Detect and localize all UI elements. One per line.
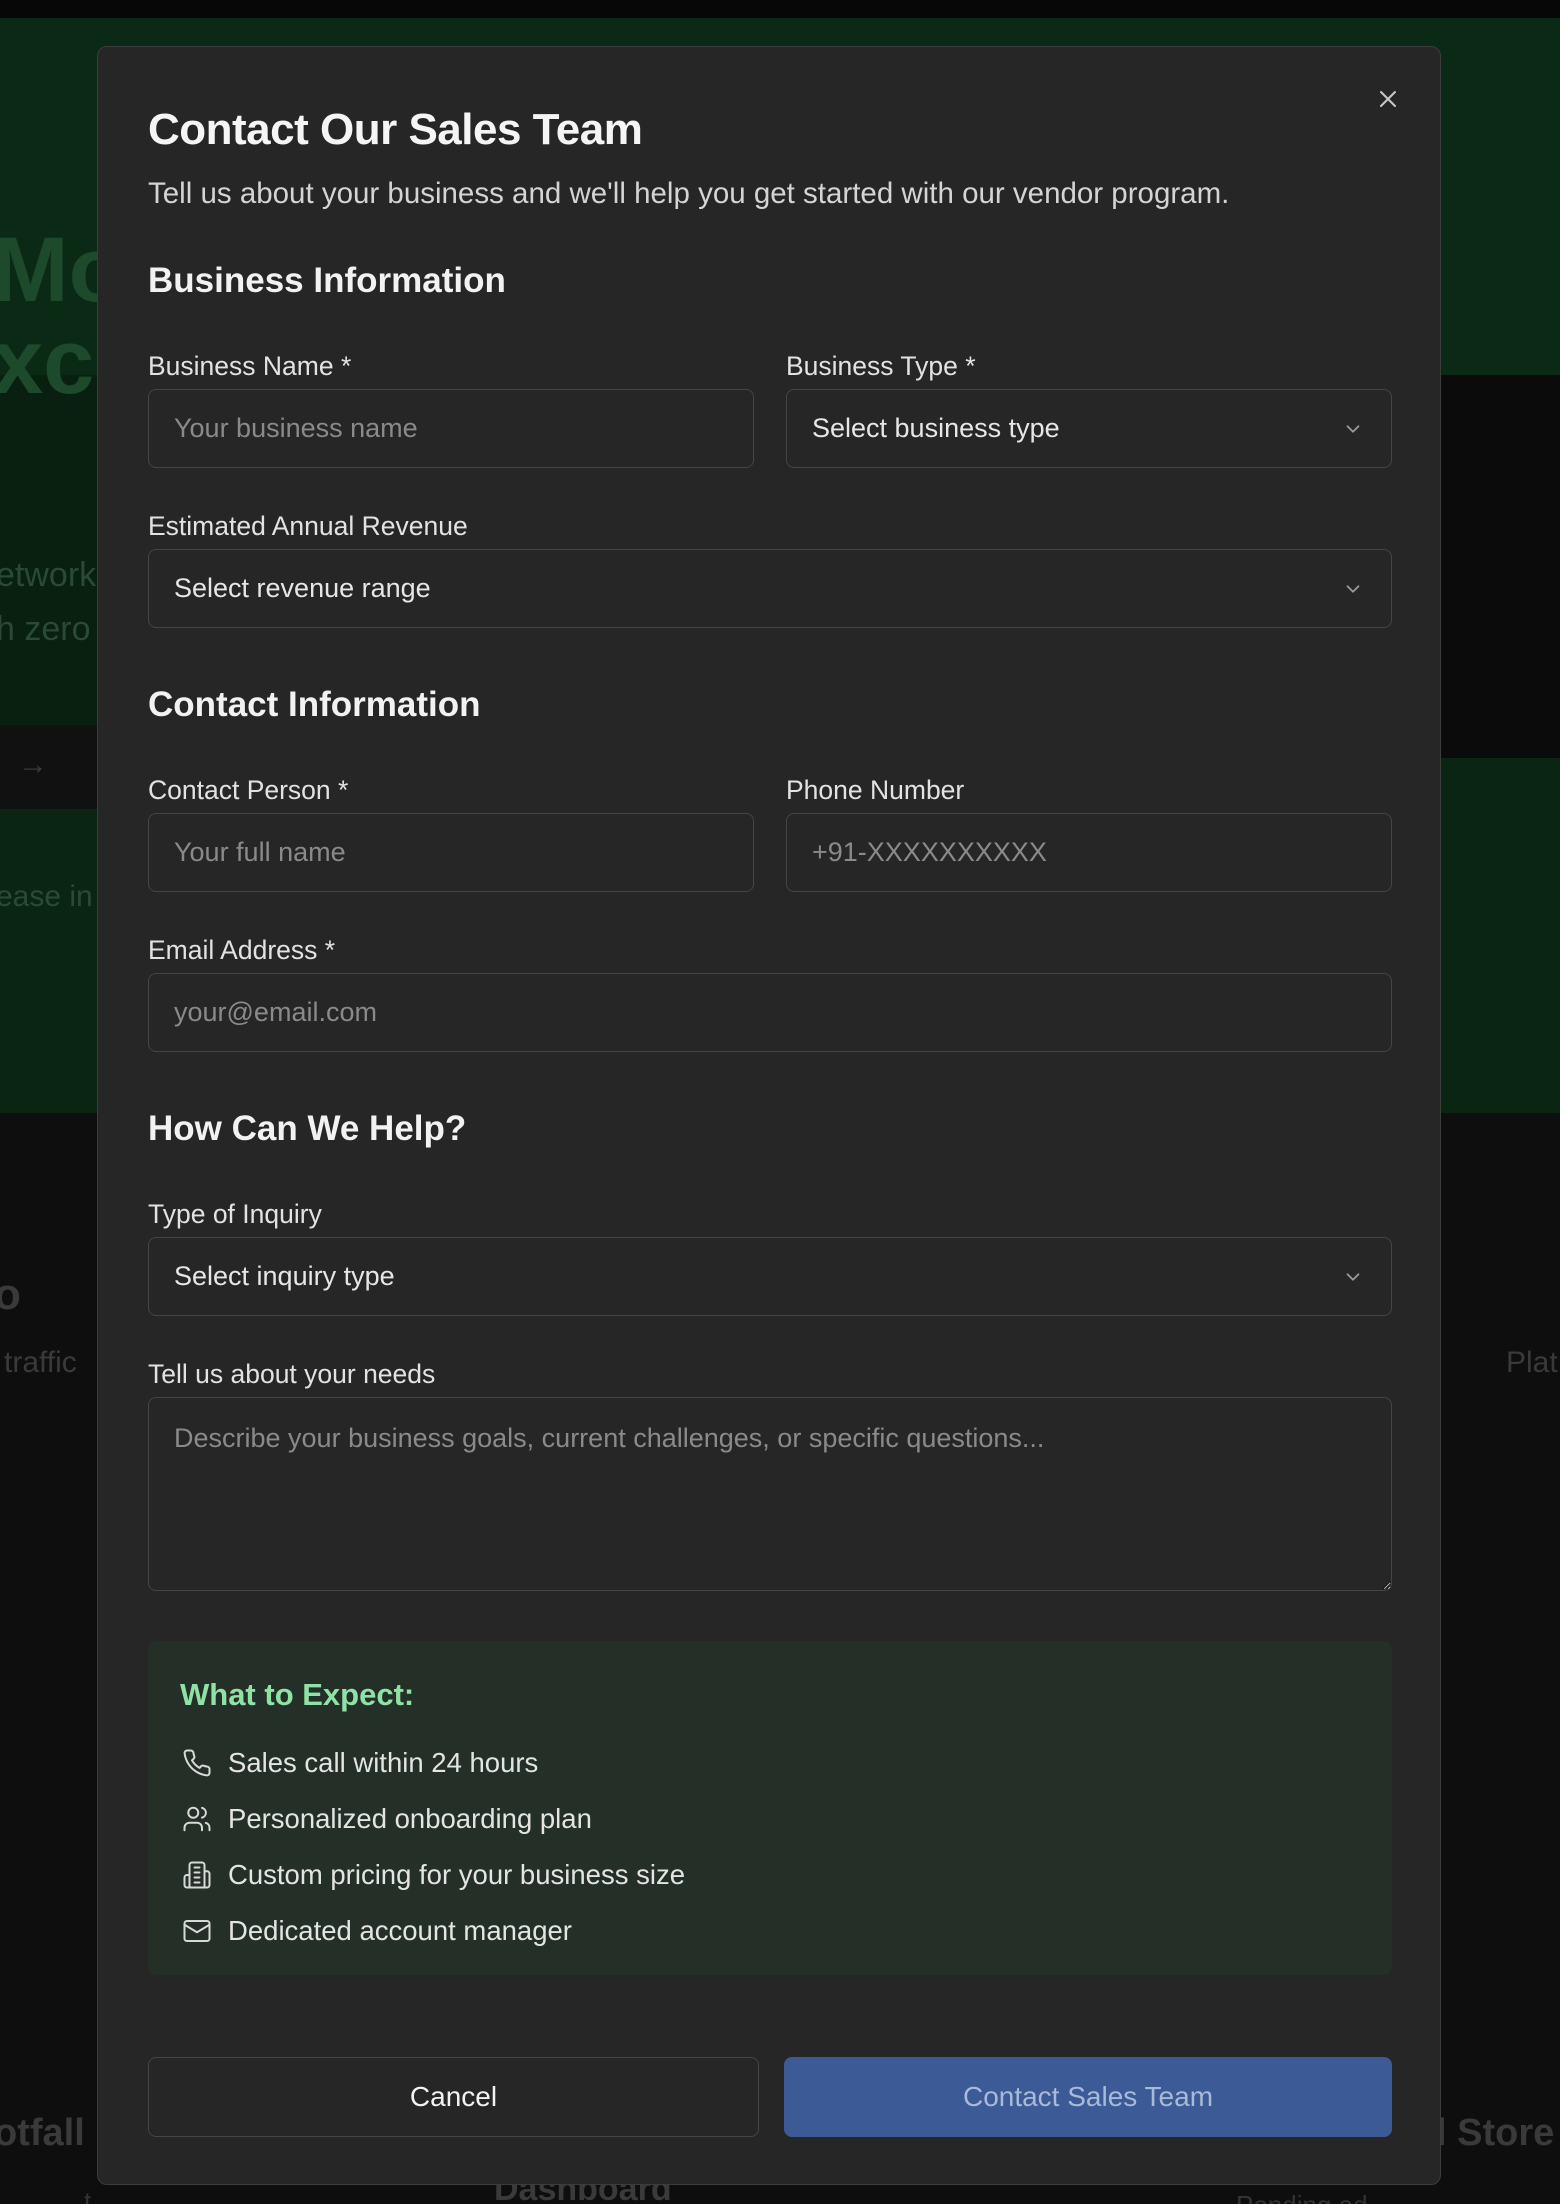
- cancel-button[interactable]: Cancel: [148, 2057, 759, 2137]
- close-button[interactable]: [1370, 81, 1406, 117]
- business-type-label: Business Type *: [786, 351, 976, 381]
- expect-item-text: Sales call within 24 hours: [228, 1747, 539, 1778]
- email-address-label: Email Address *: [148, 935, 336, 965]
- what-to-expect-title: What to Expect:: [180, 1677, 415, 1712]
- inquiry-type-value: Select inquiry type: [174, 1261, 395, 1291]
- background-arrow-icon: →: [18, 748, 48, 781]
- what-to-expect-panel: What to Expect: Sales call within 24 hou…: [148, 1641, 1392, 1975]
- modal-description: Tell us about your business and we'll he…: [148, 177, 1230, 210]
- chevron-down-icon: [1340, 1264, 1366, 1290]
- background-arrow-button: [0, 725, 98, 809]
- close-icon: [1380, 91, 1396, 107]
- expect-item-text: Dedicated account manager: [228, 1915, 572, 1946]
- background-pending-text: Pending ad: [1236, 2190, 1368, 2204]
- section-title-help: How Can We Help?: [148, 1109, 467, 1148]
- section-title-business: Business Information: [148, 261, 506, 300]
- phone-number-input[interactable]: [786, 813, 1392, 892]
- needs-textarea[interactable]: [148, 1397, 1392, 1591]
- business-type-select[interactable]: Select business type: [786, 389, 1392, 468]
- background-platform-text: Plat: [1506, 1346, 1558, 1379]
- inquiry-type-label: Type of Inquiry: [148, 1199, 322, 1229]
- modal-title: Contact Our Sales Team: [148, 105, 643, 154]
- section-title-contact: Contact Information: [148, 685, 481, 724]
- background-topbar: [0, 0, 1560, 18]
- chevron-down-icon: [1340, 416, 1366, 442]
- annual-revenue-value: Select revenue range: [174, 573, 431, 603]
- background-dot-text: t: [84, 2186, 92, 2204]
- building-icon: [180, 1858, 214, 1892]
- annual-revenue-select[interactable]: Select revenue range: [148, 549, 1392, 628]
- background-heading-fragment: o: [0, 1270, 21, 1319]
- contact-sales-modal: Contact Our Sales Team Tell us about you…: [97, 46, 1441, 2185]
- background-store-text: l Store: [1436, 2112, 1555, 2154]
- users-icon: [180, 1802, 214, 1836]
- email-address-input[interactable]: [148, 973, 1392, 1052]
- background-notice: ease in: [0, 880, 93, 913]
- business-name-label: Business Name *: [148, 351, 352, 381]
- contact-sales-button[interactable]: Contact Sales Team: [784, 2057, 1392, 2137]
- business-name-input[interactable]: [148, 389, 754, 468]
- annual-revenue-label: Estimated Annual Revenue: [148, 511, 468, 541]
- expect-item: Custom pricing for your business size: [180, 1847, 1360, 1903]
- background-subtext-2: h zero: [0, 610, 91, 648]
- expect-item-text: Custom pricing for your business size: [228, 1859, 685, 1890]
- phone-number-label: Phone Number: [786, 775, 965, 805]
- contact-person-label: Contact Person *: [148, 775, 349, 805]
- background-subtext-1: etwork: [0, 556, 97, 594]
- expect-item: Sales call within 24 hours: [180, 1735, 1360, 1791]
- business-type-value: Select business type: [812, 413, 1060, 443]
- mail-icon: [180, 1914, 214, 1948]
- expect-item: Personalized onboarding plan: [180, 1791, 1360, 1847]
- background-right-panel: [1441, 375, 1560, 758]
- chevron-down-icon: [1340, 576, 1366, 602]
- contact-person-input[interactable]: [148, 813, 754, 892]
- inquiry-type-select[interactable]: Select inquiry type: [148, 1237, 1392, 1316]
- expect-item-text: Personalized onboarding plan: [228, 1803, 592, 1834]
- background-footfall-text: otfall: [0, 2112, 85, 2154]
- expect-item: Dedicated account manager: [180, 1903, 1360, 1959]
- background-traffic-text: traffic: [4, 1346, 77, 1379]
- phone-icon: [180, 1746, 214, 1780]
- needs-label: Tell us about your needs: [148, 1359, 436, 1389]
